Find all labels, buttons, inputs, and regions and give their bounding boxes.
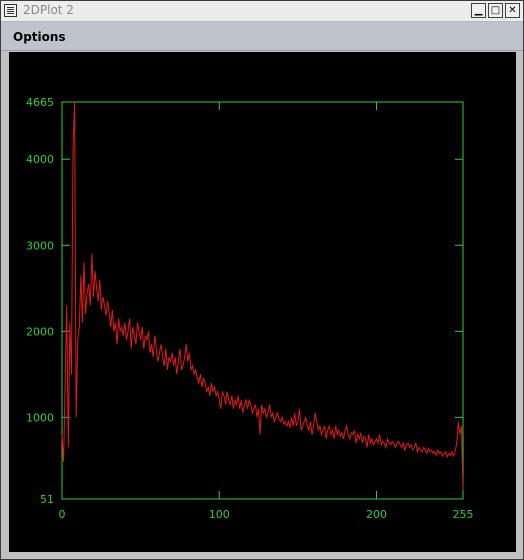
maximize-button[interactable]: □: [488, 3, 503, 18]
x-tick-label: 0: [59, 508, 66, 521]
menu-bar: Options: [1, 22, 523, 51]
y-tick-label: 3000: [26, 239, 54, 252]
title-bar[interactable]: 2DPlot 2 ▁ □ ✕: [1, 1, 523, 22]
series-line: [61, 101, 464, 491]
y-tick-label: 1000: [26, 411, 54, 424]
plot-canvas: 51 1000 2000 3000 4000 4665 0 100 200 255: [9, 52, 516, 552]
y-tick-label: 51: [40, 493, 54, 506]
plot-frame: [61, 101, 464, 500]
close-button[interactable]: ✕: [505, 3, 520, 18]
minimize-button[interactable]: ▁: [471, 3, 486, 18]
window-title: 2DPlot 2: [23, 3, 74, 17]
y-tick-label: 4000: [26, 153, 54, 166]
window-menu-icon[interactable]: [4, 4, 17, 17]
x-tick-label: 200: [366, 508, 387, 521]
x-tick-label: 255: [453, 508, 474, 521]
x-tick-label: 100: [209, 508, 230, 521]
y-tick-label: 2000: [26, 325, 54, 338]
menu-options[interactable]: Options: [13, 30, 66, 44]
plot-window: 2DPlot 2 ▁ □ ✕ Options 51 1000 2000 3000 400…: [0, 0, 524, 560]
y-tick-label: 4665: [26, 96, 54, 109]
line-chart: 51 1000 2000 3000 4000 4665 0 100 200 255: [26, 96, 474, 521]
